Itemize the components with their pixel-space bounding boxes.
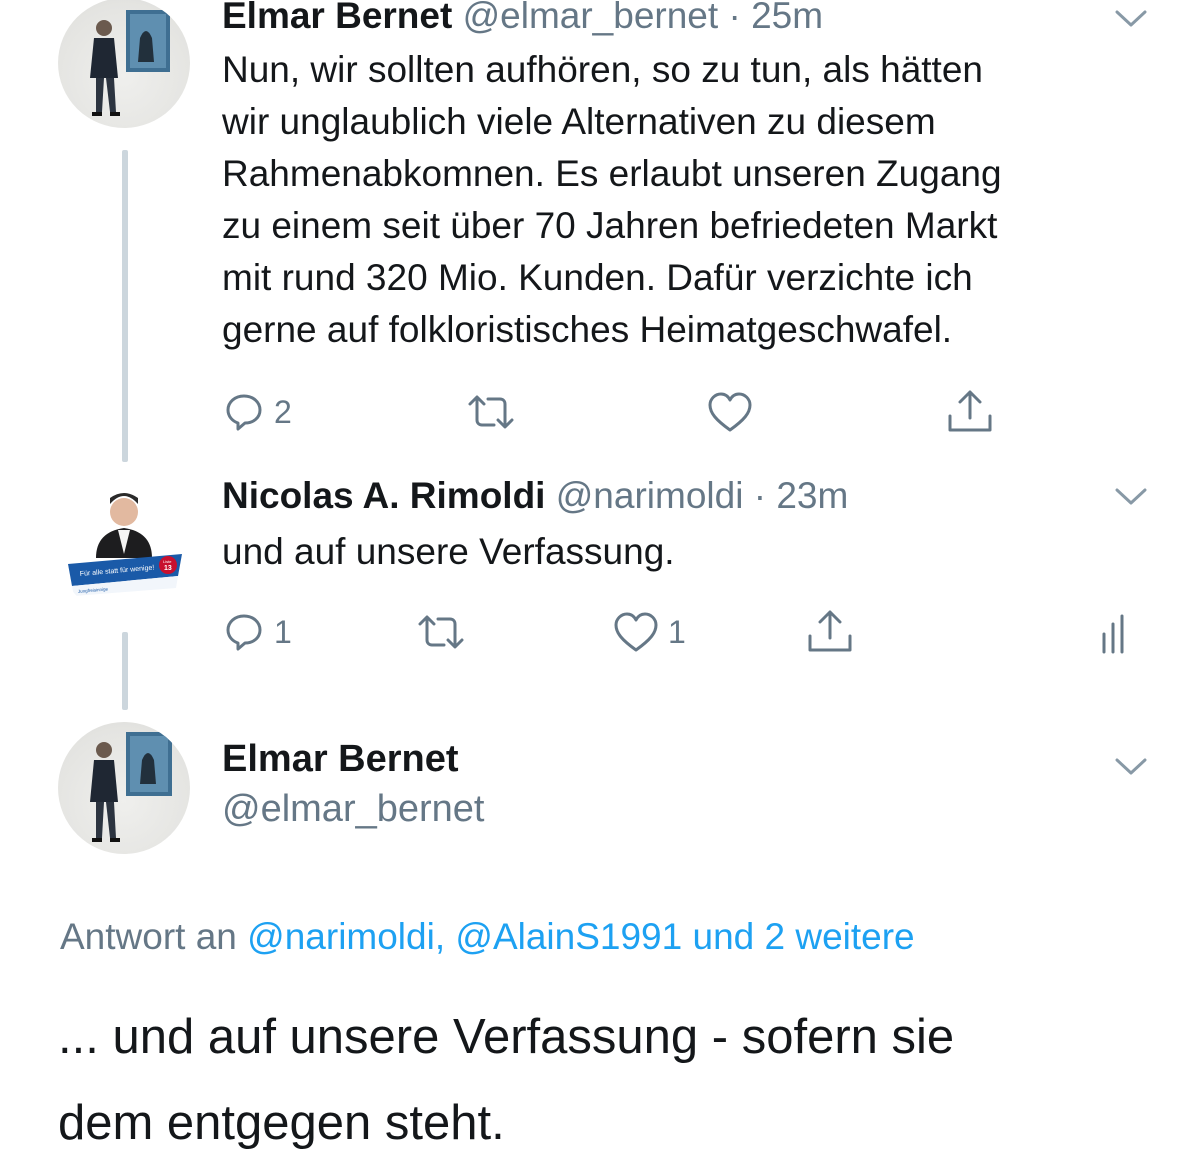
retweet-button[interactable] [466,390,516,434]
like-button[interactable]: 1 [612,610,686,654]
tweet-thread: Elmar Bernet @elmar_bernet · 25m Nun, wi… [0,0,1200,1162]
tweet-text-line: ... und auf unsere Verfassung - sofern s… [58,1010,955,1064]
timestamp[interactable]: 25m [751,0,823,36]
tweet-text-line: Rahmenabkomnen. Es erlaubt unseren Zugan… [222,153,1002,194]
tweet-text-line: dem entgegen steht. [58,1096,505,1150]
avatar[interactable]: Für alle statt für wenige! Liste 13 Jung… [58,484,190,616]
author-handle[interactable]: @elmar_bernet [222,786,484,832]
tweet-text: und auf unsere Verfassung. [222,531,675,572]
retweet-icon [468,395,514,429]
avatar[interactable] [58,722,190,854]
retweet-icon [418,615,464,649]
reply-prefix: Antwort an [60,916,237,957]
tweet-header: Nicolas A. Rimoldi @narimoldi · 23m [222,474,848,518]
like-count: 1 [668,613,686,650]
tweet-header: Elmar Bernet @elmar_bernet · 25m [222,0,823,38]
share-icon [808,610,852,652]
heart-icon [614,612,658,652]
tweet-text: Nun, wir sollten aufhören, so zu tun, al… [222,44,1002,356]
author-name[interactable]: Elmar Bernet [222,0,452,36]
main-tweet-text: ... und auf unsere Verfassung - sofern s… [58,994,1158,1162]
separator-dot: · [728,0,741,36]
tweet-text-line: zu einem seit über 70 Jahren befriedeten… [222,205,998,246]
avatar-photo-icon [90,10,170,116]
chevron-down-icon[interactable] [1114,6,1148,30]
timestamp[interactable]: 23m [776,475,848,516]
reply-button[interactable]: 1 [222,610,292,654]
reply-context: Antwort an @narimoldi, @AlainS1991 und 2… [60,914,915,960]
reply-mentions-link[interactable]: @narimoldi, @AlainS1991 und 2 weitere [247,916,914,957]
chevron-down-icon[interactable] [1114,484,1148,508]
share-button[interactable] [946,388,994,436]
avatar-photo-icon [90,732,172,842]
author-handle[interactable]: @narimoldi [556,475,744,516]
avatar[interactable] [58,0,190,128]
banner-list-label: Liste [163,559,172,564]
reply-icon [226,394,262,431]
reply-button[interactable]: 2 [222,390,292,434]
tweet-text-line: Nun, wir sollten aufhören, so zu tun, al… [222,49,983,90]
tweet-text-line: wir unglaublich viele Alternativen zu di… [222,101,936,142]
retweet-button[interactable] [416,610,466,654]
author-name[interactable]: Nicolas A. Rimoldi [222,475,545,516]
analytics-button[interactable] [1100,612,1132,654]
thread-connector [122,150,128,462]
reply-icon [226,614,262,651]
banner-list-number: 13 [164,565,172,572]
chevron-down-icon[interactable] [1114,754,1148,778]
heart-icon [708,392,752,432]
analytics-icon [1102,614,1124,654]
author-handle[interactable]: @elmar_bernet [463,0,719,36]
tweet-text-line: mit rund 320 Mio. Kunden. Dafür verzicht… [222,257,973,298]
avatar-photo-icon: Für alle statt für wenige! Liste 13 Jung… [58,484,190,616]
share-button[interactable] [806,608,854,656]
author-name[interactable]: Elmar Bernet [222,736,459,782]
like-button[interactable] [706,390,754,434]
reply-count: 1 [274,613,292,650]
thread-connector [122,632,128,710]
tweet-text-line: gerne auf folkloristisches Heimatgeschwa… [222,309,953,350]
separator-dot: · [753,475,767,516]
share-icon [948,390,992,432]
reply-count: 2 [274,393,292,430]
